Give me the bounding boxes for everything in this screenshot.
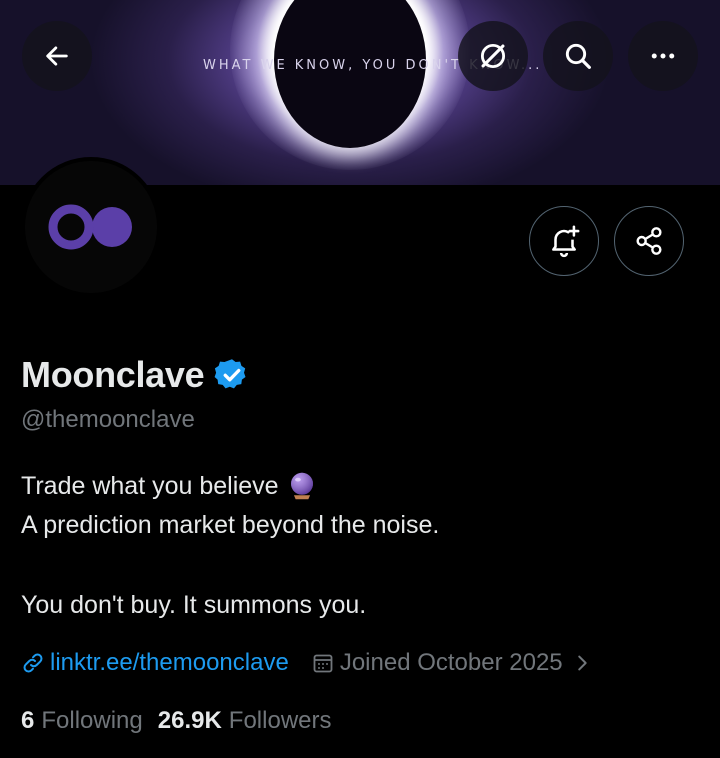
bio-line: Trade what you believe bbox=[21, 471, 316, 501]
joined-date[interactable]: Joined October 2025 bbox=[340, 649, 563, 677]
bell-plus-icon bbox=[552, 225, 580, 258]
more-icon bbox=[651, 53, 675, 59]
link-icon bbox=[23, 653, 43, 673]
search-icon bbox=[565, 43, 591, 69]
notify-button[interactable] bbox=[529, 206, 599, 276]
follow-stats: 6 Following 26.9K Followers bbox=[21, 707, 332, 735]
following-label: Following bbox=[41, 707, 143, 734]
more-button[interactable] bbox=[628, 21, 698, 91]
following-count: 6 bbox=[21, 707, 35, 734]
bio-text-3: You don't buy. It summons you. bbox=[21, 591, 367, 619]
verified-badge-icon[interactable] bbox=[214, 357, 250, 393]
bio-text-1: Trade what you believe bbox=[21, 471, 279, 500]
grok-button[interactable] bbox=[458, 21, 528, 91]
calendar-icon bbox=[313, 654, 333, 673]
followers-count: 26.9K bbox=[157, 707, 222, 734]
grok-icon bbox=[480, 43, 506, 69]
followers-link[interactable]: 26.9K Followers bbox=[158, 707, 332, 735]
profile-link[interactable]: linktr.ee/themoonclave bbox=[50, 649, 289, 677]
followers-label: Followers bbox=[228, 707, 332, 734]
handle: @themoonclave bbox=[21, 406, 195, 433]
display-name: Moonclave bbox=[21, 354, 205, 395]
bio-text-2: A prediction market beyond the noise. bbox=[21, 511, 440, 539]
back-button[interactable] bbox=[22, 21, 92, 91]
share-button[interactable] bbox=[614, 206, 684, 276]
profile-banner[interactable]: WHAT WE KNOW, YOU DON'T KNOW... bbox=[0, 0, 720, 185]
moonclave-logo-icon bbox=[48, 204, 132, 250]
search-button[interactable] bbox=[543, 21, 613, 91]
share-icon bbox=[636, 227, 662, 255]
crystal-ball-icon bbox=[290, 472, 313, 500]
name-row: Moonclave bbox=[21, 354, 250, 396]
profile-meta: linktr.ee/themoonclave Joined October 20… bbox=[21, 649, 593, 677]
chevron-right-icon[interactable] bbox=[571, 652, 593, 674]
avatar[interactable] bbox=[21, 157, 161, 297]
following-link[interactable]: 6 Following bbox=[21, 707, 143, 735]
arrow-left-icon bbox=[46, 46, 68, 66]
